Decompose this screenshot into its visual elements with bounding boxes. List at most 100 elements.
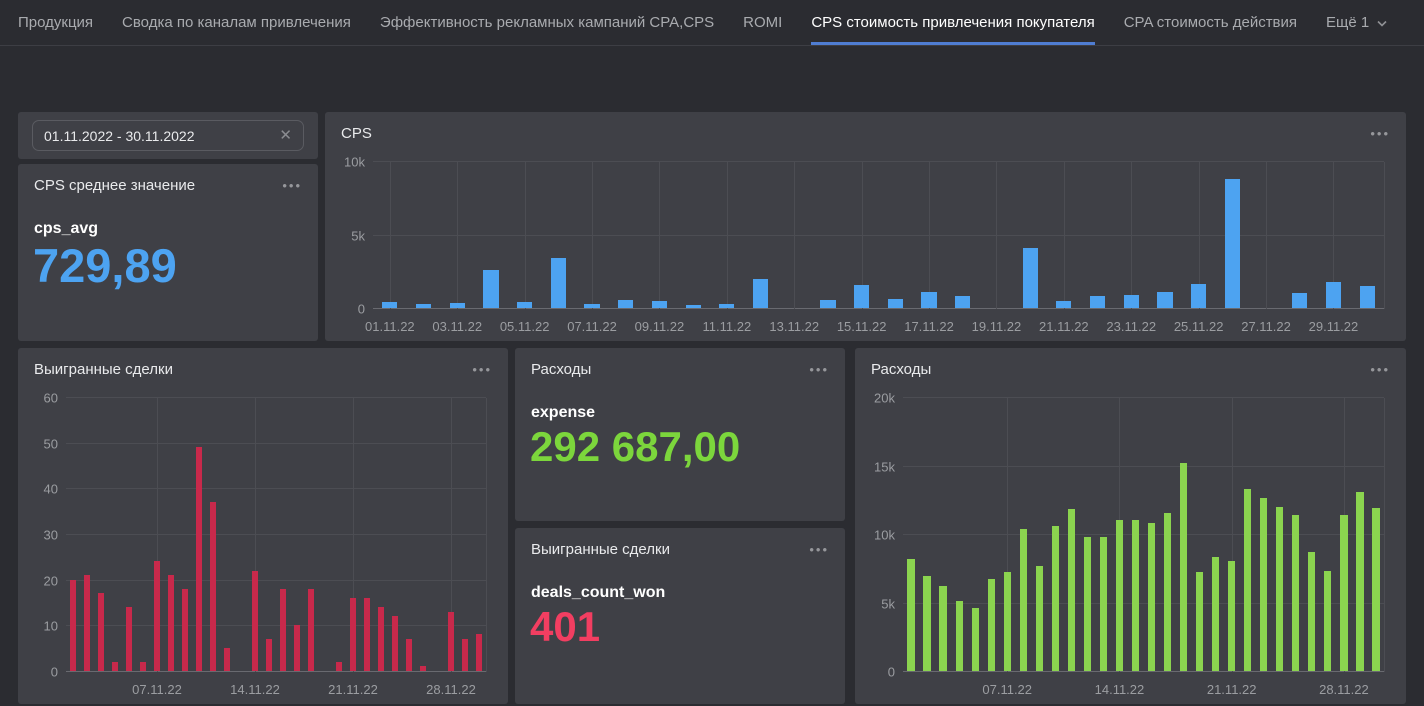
bar-28.11.22[interactable] [1292,293,1307,308]
date-range-input[interactable]: 01.11.2022 - 30.11.2022 ✕ [32,120,304,151]
bar-23.11.22[interactable] [378,607,384,671]
bar-24.11.22[interactable] [392,616,398,671]
bar-13.11.22[interactable] [1100,537,1107,671]
bar-20.11.22[interactable] [1023,248,1038,308]
ellipsis-menu-icon[interactable]: ••• [1370,129,1390,139]
bar-25.11.22[interactable] [1292,515,1299,671]
bar-15.11.22[interactable] [1132,520,1139,671]
bar-22.11.22[interactable] [1090,296,1105,308]
bar-16.11.22[interactable] [888,299,903,308]
bar-23.11.22[interactable] [1124,295,1139,308]
bar-19.11.22[interactable] [1196,572,1203,671]
bar-04.11.22[interactable] [112,662,118,671]
bar-18.11.22[interactable] [955,296,970,308]
tab-channels-summary[interactable]: Сводка по каналам привлечения [122,0,351,45]
bar-09.11.22[interactable] [1036,566,1043,671]
bar-26.11.22[interactable] [420,666,426,671]
bar-12.11.22[interactable] [224,648,230,671]
ellipsis-menu-icon[interactable]: ••• [809,365,829,375]
bar-01.11.22[interactable] [70,580,76,671]
bar-28.11.22[interactable] [448,612,454,671]
bar-29.11.22[interactable] [1326,282,1341,308]
ellipsis-menu-icon[interactable]: ••• [472,365,492,375]
bar-30.11.22[interactable] [1372,508,1379,671]
bar-17.11.22[interactable] [294,625,300,671]
tab-campaign-effectiveness[interactable]: Эффективность рекламных кампаний CPA,CPS [380,0,714,45]
bar-16.11.22[interactable] [1148,523,1155,671]
close-icon[interactable]: ✕ [279,128,292,143]
bar-02.11.22[interactable] [84,575,90,671]
bar-06.11.22[interactable] [988,579,995,671]
x-axis-label: 03.11.22 [432,319,482,334]
bar-18.11.22[interactable] [1180,463,1187,671]
bar-18.11.22[interactable] [308,589,314,671]
bar-02.11.22[interactable] [923,576,930,671]
bar-07.11.22[interactable] [1004,572,1011,671]
bar-23.11.22[interactable] [1260,498,1267,671]
bar-26.11.22[interactable] [1225,179,1240,308]
bar-10.11.22[interactable] [196,447,202,671]
bar-14.11.22[interactable] [820,300,835,308]
bar-20.11.22[interactable] [336,662,342,671]
bar-02.11.22[interactable] [416,304,431,308]
bar-09.11.22[interactable] [182,589,188,671]
ellipsis-menu-icon[interactable]: ••• [282,181,302,191]
bar-28.11.22[interactable] [1340,515,1347,671]
bar-11.11.22[interactable] [719,304,734,308]
bar-25.11.22[interactable] [1191,284,1206,308]
bar-12.11.22[interactable] [753,279,768,308]
bar-16.11.22[interactable] [280,589,286,671]
bar-10.11.22[interactable] [686,305,701,308]
bar-11.11.22[interactable] [1068,509,1075,671]
bar-14.11.22[interactable] [1116,520,1123,671]
ellipsis-menu-icon[interactable]: ••• [809,545,829,555]
bar-14.11.22[interactable] [252,571,258,671]
bar-07.11.22[interactable] [154,561,160,671]
bar-17.11.22[interactable] [1164,513,1171,671]
tab-cps-customer-cost[interactable]: CPS стоимость привлечения покупателя [811,0,1094,45]
bar-24.11.22[interactable] [1276,507,1283,671]
bar-29.11.22[interactable] [1356,492,1363,671]
bar-01.11.22[interactable] [382,302,397,308]
bar-08.11.22[interactable] [1020,529,1027,671]
bar-11.11.22[interactable] [210,502,216,671]
bar-25.11.22[interactable] [406,639,412,671]
tab-products[interactable]: Продукция [18,0,93,45]
tab-romi[interactable]: ROMI [743,0,782,45]
bar-20.11.22[interactable] [1212,557,1219,671]
bar-22.11.22[interactable] [1244,489,1251,671]
ellipsis-menu-icon[interactable]: ••• [1370,365,1390,375]
bar-21.11.22[interactable] [350,598,356,671]
bar-07.11.22[interactable] [584,304,599,308]
bar-22.11.22[interactable] [364,598,370,671]
tab-more[interactable]: Ещё 1 [1326,0,1388,45]
bar-08.11.22[interactable] [168,575,174,671]
bar-05.11.22[interactable] [126,607,132,671]
bar-21.11.22[interactable] [1056,301,1071,308]
bar-04.11.22[interactable] [956,601,963,671]
bar-06.11.22[interactable] [551,258,566,308]
bar-10.11.22[interactable] [1052,526,1059,671]
bar-26.11.22[interactable] [1308,552,1315,671]
bar-15.11.22[interactable] [854,285,869,308]
bar-30.11.22[interactable] [476,634,482,671]
bar-12.11.22[interactable] [1084,537,1091,671]
bar-03.11.22[interactable] [939,586,946,671]
bar-17.11.22[interactable] [921,292,936,308]
bar-01.11.22[interactable] [907,559,914,671]
bar-29.11.22[interactable] [462,639,468,671]
bar-08.11.22[interactable] [618,300,633,308]
bar-04.11.22[interactable] [483,270,498,308]
bar-03.11.22[interactable] [450,303,465,308]
bar-30.11.22[interactable] [1360,286,1375,308]
bar-05.11.22[interactable] [972,608,979,671]
bar-03.11.22[interactable] [98,593,104,671]
bar-15.11.22[interactable] [266,639,272,671]
bar-09.11.22[interactable] [652,301,667,308]
bar-06.11.22[interactable] [140,662,146,671]
bar-05.11.22[interactable] [517,302,532,308]
bar-27.11.22[interactable] [1324,571,1331,671]
tab-cpa-action-cost[interactable]: CPA стоимость действия [1124,0,1297,45]
bar-24.11.22[interactable] [1157,292,1172,308]
bar-21.11.22[interactable] [1228,561,1235,671]
